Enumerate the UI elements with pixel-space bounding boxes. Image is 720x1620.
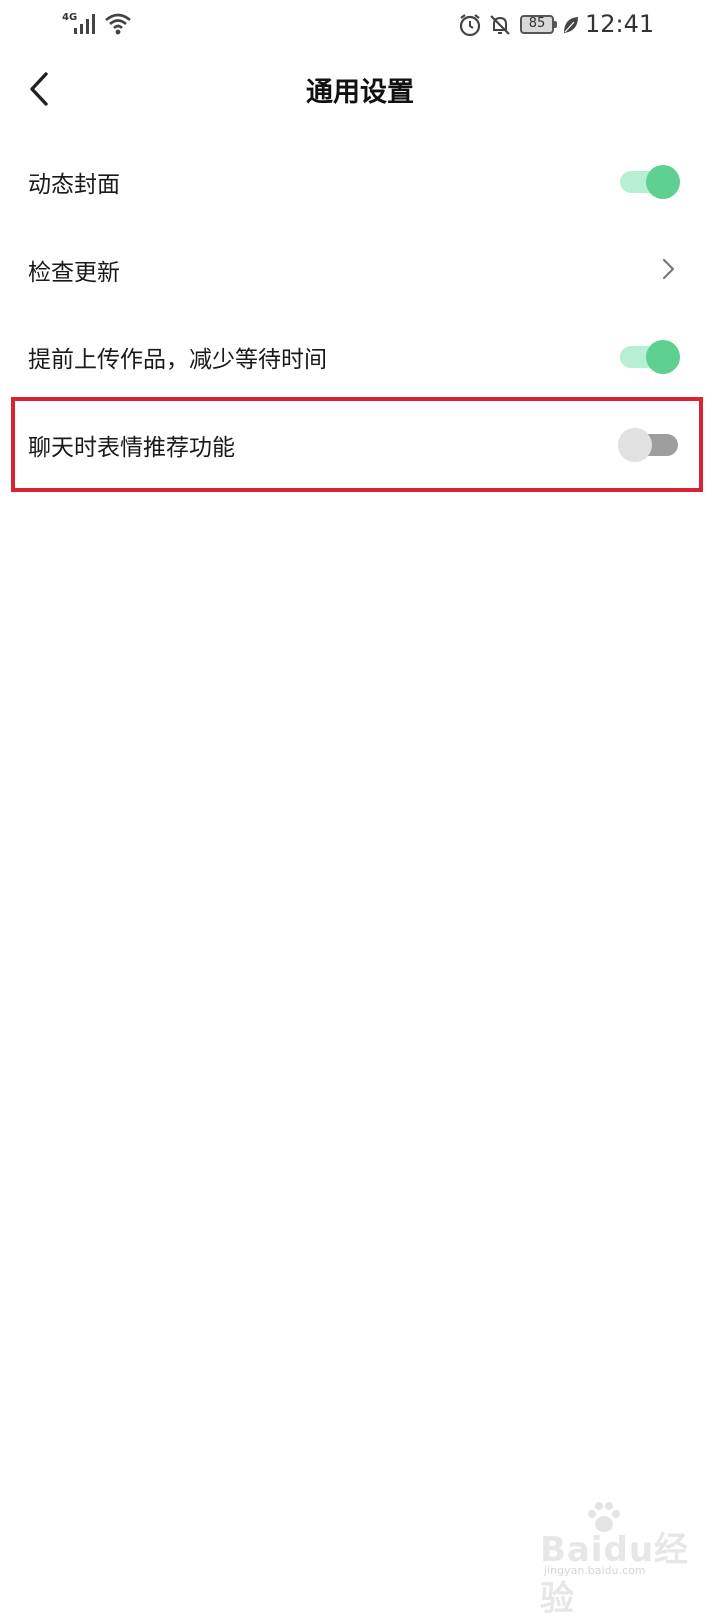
setting-label: 检查更新 xyxy=(28,260,120,286)
leaf-icon xyxy=(564,17,578,33)
page-title: 通用设置 xyxy=(306,77,414,108)
watermark: Baidu经验 jingyan.baidu.com xyxy=(540,1500,700,1619)
battery-level: 85 xyxy=(528,16,546,31)
setting-row-check-update[interactable]: 检查更新 xyxy=(0,225,720,313)
preupload-toggle[interactable] xyxy=(618,338,682,374)
notifications-off-icon xyxy=(490,15,510,35)
toggle-thumb xyxy=(646,165,680,199)
status-bar: 4G 85 12:41 xyxy=(0,0,720,52)
chevron-right-icon xyxy=(662,258,675,280)
alarm-icon xyxy=(459,14,481,37)
wifi-icon xyxy=(105,13,131,35)
setting-label: 动态封面 xyxy=(28,172,120,198)
battery-icon: 85 xyxy=(520,15,557,34)
dynamic-cover-toggle[interactable] xyxy=(618,163,682,199)
setting-row-preupload: 提前上传作品，减少等待时间 xyxy=(0,312,720,400)
clock: 12:41 xyxy=(585,10,655,38)
title-bar: 通用设置 xyxy=(0,52,720,132)
setting-row-dynamic-cover: 动态封面 xyxy=(0,137,720,225)
watermark-url: jingyan.baidu.com xyxy=(544,1564,646,1577)
toggle-thumb xyxy=(646,340,680,374)
highlight-box xyxy=(11,397,703,492)
setting-label: 提前上传作品，减少等待时间 xyxy=(28,347,327,373)
signal-icon xyxy=(74,14,95,34)
